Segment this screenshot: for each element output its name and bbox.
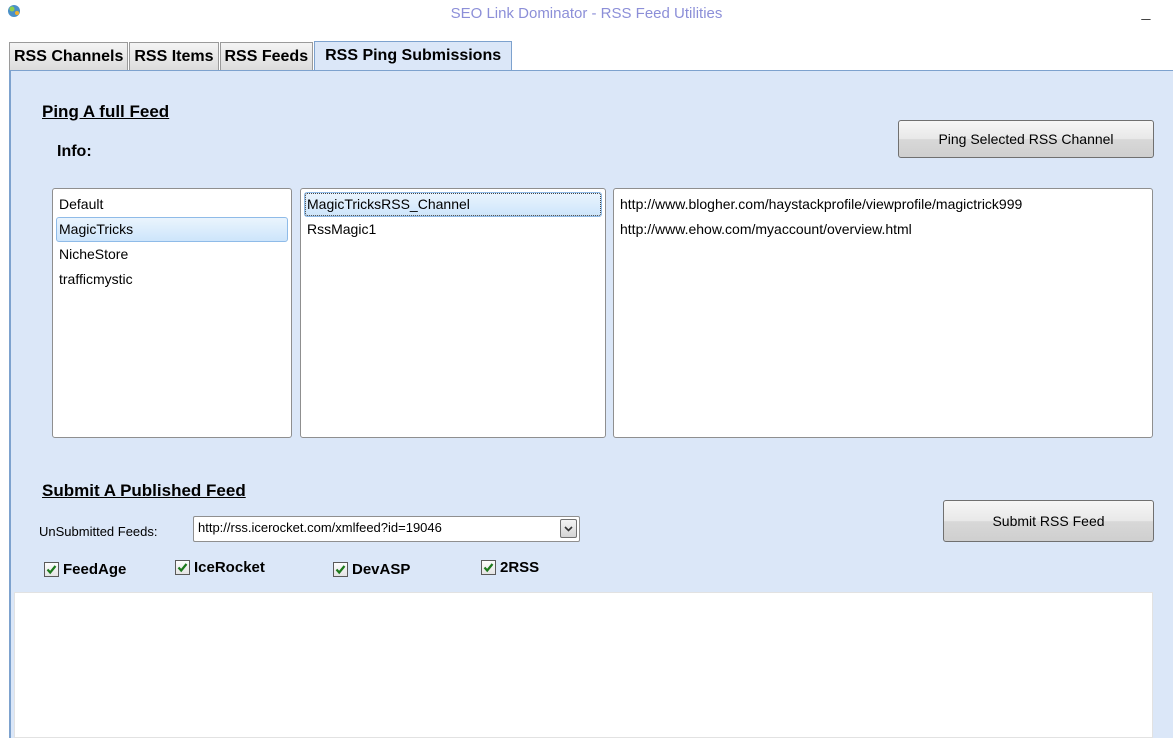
unsubmitted-feeds-combo[interactable]: http://rss.icerocket.com/xmlfeed?id=1904… <box>193 516 580 542</box>
checkbox-box[interactable] <box>44 562 59 577</box>
urls-listbox[interactable]: http://www.blogher.com/haystackprofile/v… <box>613 188 1153 438</box>
icerocket-checkbox[interactable]: IceRocket <box>175 559 265 576</box>
list-item[interactable]: Default <box>56 192 288 217</box>
accounts-listbox[interactable]: Default MagicTricks NicheStore trafficmy… <box>52 188 292 438</box>
dropdown-button[interactable] <box>560 519 577 538</box>
submit-rss-feed-button[interactable]: Submit RSS Feed <box>943 500 1154 542</box>
checkbox-box[interactable] <box>481 560 496 575</box>
ping-section-title: Ping A full Feed <box>42 102 170 121</box>
title-bar: SEO Link Dominator - RSS Feed Utilities … <box>0 0 1173 40</box>
feedage-checkbox[interactable]: FeedAge <box>44 561 126 578</box>
minimize-button[interactable]: _ <box>1139 5 1153 21</box>
checkmark-icon <box>46 565 57 575</box>
tab-rss-items[interactable]: RSS Items <box>129 42 219 70</box>
list-item[interactable]: http://www.ehow.com/myaccount/overview.h… <box>617 217 1149 242</box>
tab-rss-feeds[interactable]: RSS Feeds <box>219 42 314 70</box>
list-item[interactable]: http://www.blogher.com/haystackprofile/v… <box>617 192 1149 217</box>
checkmark-icon <box>177 563 188 573</box>
tab-rss-ping-submissions[interactable]: RSS Ping Submissions <box>314 41 513 70</box>
unsubmitted-feeds-label: UnSubmitted Feeds: <box>39 524 158 539</box>
list-item[interactable]: RssMagic1 <box>304 217 602 242</box>
chevron-down-icon <box>564 526 573 532</box>
submit-section-title: Submit A Published Feed <box>42 481 246 500</box>
checkbox-label: IceRocket <box>194 559 265 576</box>
devasp-checkbox[interactable]: DevASP <box>333 561 410 578</box>
list-item[interactable]: trafficmystic <box>56 267 288 292</box>
2rss-checkbox[interactable]: 2RSS <box>481 559 539 576</box>
checkbox-label: FeedAge <box>63 561 127 578</box>
channels-listbox[interactable]: MagicTricksRSS_Channel RssMagic1 <box>300 188 606 438</box>
checkmark-icon <box>483 563 494 573</box>
list-item-selected[interactable]: MagicTricksRSS_Channel <box>304 192 602 217</box>
combo-value: http://rss.icerocket.com/xmlfeed?id=1904… <box>198 520 442 535</box>
checkbox-box[interactable] <box>333 562 348 577</box>
checkmark-icon <box>335 565 346 575</box>
tab-strip: RSS Channels RSS Items RSS Feeds RSS Pin… <box>9 41 513 70</box>
list-item[interactable]: NicheStore <box>56 242 288 267</box>
results-textarea[interactable] <box>14 592 1153 738</box>
list-item-selected[interactable]: MagicTricks <box>56 217 288 242</box>
info-label: Info: <box>57 143 92 160</box>
tab-rss-channels[interactable]: RSS Channels <box>9 42 129 70</box>
ping-selected-channel-button[interactable]: Ping Selected RSS Channel <box>898 120 1154 158</box>
checkbox-label: DevASP <box>352 561 411 578</box>
checkbox-box[interactable] <box>175 560 190 575</box>
window-title: SEO Link Dominator - RSS Feed Utilities <box>450 5 723 22</box>
checkbox-label: 2RSS <box>500 559 540 576</box>
